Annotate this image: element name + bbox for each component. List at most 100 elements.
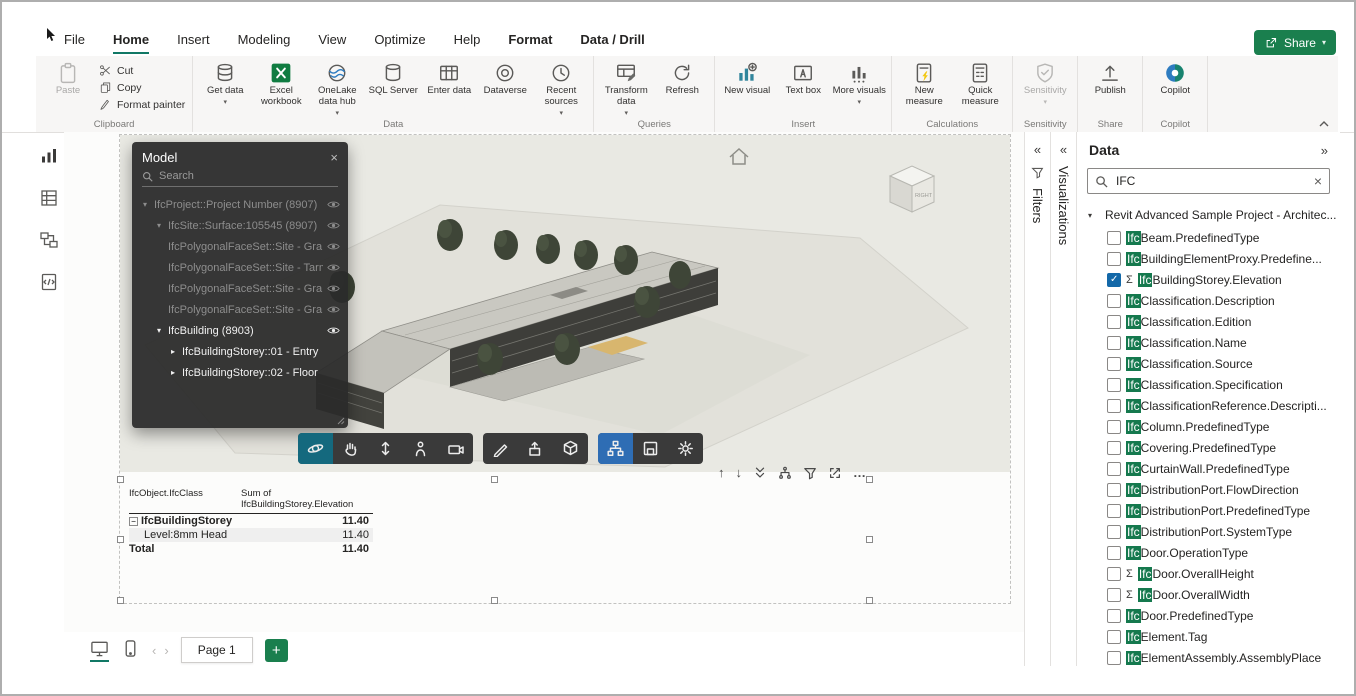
dataverse-button[interactable]: Dataverse (478, 59, 532, 97)
expand-filters-pane-button[interactable]: « (1034, 142, 1041, 157)
model-tree-item[interactable]: ▾ IfcProject::Project Number (8907) (132, 194, 348, 215)
model-cube-tool-button[interactable] (553, 433, 588, 464)
enter-data-button[interactable]: Enter data (422, 59, 476, 97)
column-header[interactable]: Sum of IfcBuildingStorey.Elevation (241, 488, 373, 510)
model-tree-item[interactable]: ▾ IfcSite::Surface:105545 (8907) (132, 215, 348, 236)
field-item[interactable]: Σ IfcBuildingElementProxy.Predefine... (1077, 248, 1340, 269)
field-checkbox[interactable] (1107, 377, 1121, 392)
caret-down-icon[interactable]: ▾ (154, 326, 164, 335)
paste-button[interactable]: Paste (41, 59, 95, 97)
close-icon[interactable]: × (330, 150, 338, 165)
eye-icon[interactable] (327, 221, 340, 230)
menu-tab[interactable]: View (318, 32, 346, 54)
resize-handle[interactable] (117, 476, 124, 483)
caret-right-icon[interactable]: ▸ (168, 347, 178, 356)
measure-tool-button[interactable] (483, 433, 518, 464)
orbit-tool-button[interactable] (298, 433, 333, 464)
field-item[interactable]: Σ IfcDistributionPort.PredefinedType (1077, 500, 1340, 521)
resize-handle[interactable] (866, 476, 873, 483)
field-item[interactable]: Σ IfcDoor.OverallWidth (1077, 584, 1340, 605)
collapse-row-icon[interactable]: − (129, 516, 138, 526)
pan-tool-button[interactable] (333, 433, 368, 464)
next-page-button[interactable]: › (164, 643, 168, 658)
field-checkbox[interactable] (1107, 566, 1121, 581)
field-item[interactable]: Σ IfcBuildingStorey.Elevation (1077, 269, 1340, 290)
model-tree-item[interactable]: IfcPolygonalFaceSet::Site - Gra (132, 278, 348, 299)
format-painter-button[interactable]: Format painter (99, 98, 185, 111)
model-view-button[interactable] (39, 230, 59, 255)
model-tree-item[interactable]: IfcPolygonalFaceSet::Site - Tarm (132, 257, 348, 278)
field-checkbox[interactable] (1107, 587, 1121, 602)
camera-tool-button[interactable] (438, 433, 473, 464)
resize-handle[interactable] (117, 536, 124, 543)
eye-icon[interactable] (327, 326, 340, 335)
table-total-row[interactable]: Total 11.40 (129, 542, 373, 556)
model-tree-item[interactable]: ▸ IfcBuildingStorey::02 - Floor (132, 362, 348, 383)
menu-tab[interactable]: Optimize (374, 32, 425, 54)
sql-server-button[interactable]: SQL Server (366, 59, 420, 97)
field-checkbox[interactable] (1107, 398, 1121, 413)
column-header[interactable]: IfcObject.IfcClass (129, 488, 241, 510)
resize-handle[interactable] (491, 597, 498, 604)
caret-down-icon[interactable]: ▾ (1085, 211, 1095, 220)
field-item[interactable]: Σ IfcElement.Tag (1077, 626, 1340, 647)
menu-tab[interactable]: Insert (177, 32, 210, 54)
more-options-icon[interactable]: … (853, 465, 866, 480)
drill-up-icon[interactable]: ↑ (718, 465, 725, 480)
report-view-button[interactable] (39, 146, 59, 171)
field-checkbox[interactable] (1107, 419, 1121, 434)
caret-down-icon[interactable]: ▾ (154, 221, 164, 230)
field-item[interactable]: Σ IfcClassification.Edition (1077, 311, 1340, 332)
table-row[interactable]: Level:8mm Head 11.40 (129, 528, 373, 542)
copy-button[interactable]: Copy (99, 81, 185, 94)
hierarchy-tool-button[interactable] (598, 433, 633, 464)
menu-tab[interactable]: Data / Drill (580, 32, 644, 54)
field-checkbox[interactable] (1107, 629, 1121, 644)
field-checkbox[interactable] (1107, 230, 1121, 245)
field-checkbox[interactable] (1107, 440, 1121, 455)
previous-page-button[interactable]: ‹ (152, 643, 156, 658)
field-checkbox[interactable] (1107, 650, 1121, 665)
eye-icon[interactable] (327, 284, 340, 293)
focus-mode-icon[interactable] (828, 466, 842, 480)
resize-handle[interactable] (337, 417, 345, 425)
field-item[interactable]: Σ IfcBeam.PredefinedType (1077, 227, 1340, 248)
field-item[interactable]: Σ IfcClassification.Name (1077, 332, 1340, 353)
menu-tab[interactable]: Modeling (238, 32, 291, 54)
eye-icon[interactable] (327, 200, 340, 209)
field-checkbox[interactable] (1107, 272, 1121, 287)
mobile-layout-button[interactable] (121, 639, 140, 662)
drill-down-icon[interactable]: ↓ (736, 465, 743, 480)
field-checkbox[interactable] (1107, 461, 1121, 476)
visualizations-pane-title[interactable]: Visualizations (1056, 166, 1071, 245)
new-visual-button[interactable]: New visual (720, 59, 774, 97)
menu-tab[interactable]: Help (454, 32, 481, 54)
filter-funnel-icon[interactable] (803, 466, 817, 480)
field-item[interactable]: Σ IfcDistributionPort.FlowDirection (1077, 479, 1340, 500)
caret-right-icon[interactable]: ▸ (168, 368, 178, 377)
model-search-input[interactable]: Search (142, 170, 338, 187)
resize-handle[interactable] (491, 476, 498, 483)
report-canvas[interactable]: RIGHT Model × Search ▾ IfcProject::Proje… (64, 132, 1024, 632)
menu-tab[interactable]: Home (112, 32, 150, 54)
eye-icon[interactable] (327, 242, 340, 251)
filters-pane-title[interactable]: Filters (1030, 188, 1045, 223)
eye-icon[interactable] (327, 263, 340, 272)
publish-button[interactable]: Publish (1083, 59, 1137, 97)
field-checkbox[interactable] (1107, 608, 1121, 623)
field-checkbox[interactable] (1107, 314, 1121, 329)
menu-tab[interactable]: File (64, 32, 85, 54)
excel-workbook-button[interactable]: Excel workbook (254, 59, 308, 108)
field-item[interactable]: Σ IfcClassification.Description (1077, 290, 1340, 311)
copilot-button[interactable]: Copilot (1148, 59, 1202, 97)
dax-query-view-button[interactable] (39, 272, 59, 297)
new-page-button[interactable]: + (264, 638, 288, 662)
field-checkbox[interactable] (1107, 482, 1121, 497)
3d-ifc-viewer-visual[interactable]: RIGHT Model × Search ▾ IfcProject::Proje… (120, 135, 1010, 472)
field-checkbox[interactable] (1107, 356, 1121, 371)
model-tree-item[interactable]: ▾ IfcBuilding (8903) (132, 320, 348, 341)
field-item[interactable]: Σ IfcClassification.Specification (1077, 374, 1340, 395)
field-item[interactable]: Σ IfcClassification.Source (1077, 353, 1340, 374)
share-button[interactable]: Share ▾ (1253, 30, 1336, 55)
go-to-next-level-icon[interactable] (753, 466, 767, 480)
